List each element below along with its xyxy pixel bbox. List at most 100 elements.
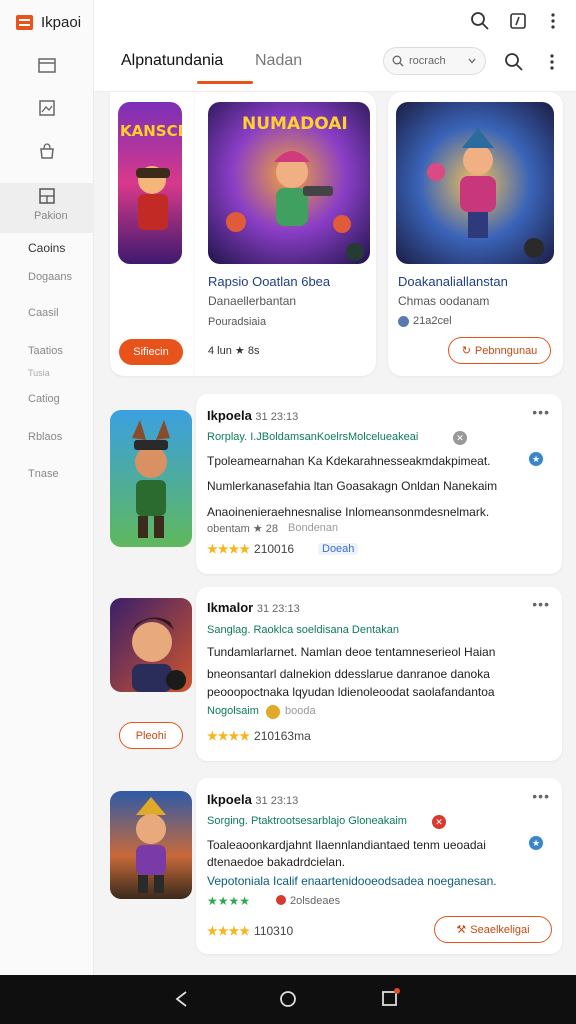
system-nav-bar: [0, 975, 576, 1024]
list-item-title[interactable]: Ikpoela 31 23:13: [207, 408, 298, 423]
list-item-meta: Rorplay. I.JBoldamsanKoelrsMolcelueakeai: [207, 431, 419, 443]
chrome-icon: [266, 705, 280, 719]
list-item-small-2: booda: [285, 705, 316, 717]
recents-icon[interactable]: [378, 987, 402, 1011]
star-rating: ★★★★ 210016: [207, 542, 295, 556]
featured-rating: 4 lun ★ 8s: [208, 345, 260, 357]
list-item-meta: Sorging. Ptaktrootsesarblajo Gloneakaim: [207, 815, 407, 827]
pin-icon: [276, 895, 286, 905]
game-artwork-numadoai: NUMADOAI: [208, 102, 370, 264]
list-item-text-1: Tpoleamearnahan Ka Kdekarahnesseakmdakpi…: [207, 454, 491, 468]
list-item-text-2: bneonsantarl dalnekion ddesslarue danran…: [207, 667, 490, 681]
back-icon[interactable]: [170, 987, 194, 1011]
sidebar-item-taatios[interactable]: Taatios: [28, 345, 63, 357]
wrench-icon: ⚒: [456, 924, 467, 936]
green-star-rating: ★★★★: [207, 894, 251, 908]
featured-title-3[interactable]: Doakanaliallanstan: [398, 274, 508, 289]
list-item-text-3: Vepotoniala Icalif enaartenidooeodsadea …: [207, 874, 497, 888]
featured-button-pebnngunau[interactable]: ↻ Pebnngunau: [448, 337, 551, 364]
list-item-text-1: Tundamlarlarnet. Namlan deoe tentamneser…: [207, 645, 496, 659]
list-item-text-1: Toaleaoonkardjahnt Ilaennlandiantaed ten…: [207, 838, 486, 852]
more-vertical-icon-secondary[interactable]: [542, 52, 562, 72]
featured-card-2[interactable]: NUMADOAI Rapsio Ooatlan 6bea Danaellerba…: [195, 92, 376, 376]
brand-name: Ikpaoi: [41, 13, 82, 31]
sidebar-item-pakion[interactable]: Pakion: [34, 210, 68, 222]
featured-subtitle: Danaellerbantan: [208, 294, 297, 308]
list-button-pleohi[interactable]: Pleohi: [119, 722, 183, 749]
tab-alpnatundania[interactable]: Alpnatundania: [121, 52, 223, 70]
game-thumbnail-1: [110, 410, 192, 547]
search-icon-secondary[interactable]: [504, 52, 524, 72]
sidebar-item-tusia[interactable]: Tusia: [28, 368, 50, 378]
search-small-icon: [392, 55, 404, 67]
image-icon[interactable]: [37, 98, 57, 118]
list-button-label: Seaelkeligai: [470, 923, 530, 936]
more-options-icon[interactable]: •••: [532, 788, 550, 804]
list-item-text-3: Anaoinenieraehnesnalise Inlomeansonmdesn…: [207, 505, 490, 519]
list-item-time: 31 23:13: [256, 603, 300, 615]
home-icon[interactable]: [276, 987, 300, 1011]
globe-icon: ★: [529, 836, 543, 850]
more-options-icon[interactable]: •••: [532, 596, 550, 612]
featured-card-1[interactable]: KANSCD Sifiecin: [110, 92, 195, 376]
search-icon[interactable]: [470, 11, 490, 31]
tab-nadan[interactable]: Nadan: [255, 52, 302, 70]
list-item-card-1: Ikpoela 31 23:13 ••• Rorplay. I.JBoldams…: [196, 394, 562, 574]
sidebar-item-dogaans[interactable]: Dogaans: [28, 271, 72, 283]
featured-subtitle-3: Chmas oodanam: [398, 294, 490, 308]
bag-icon[interactable]: [37, 141, 57, 161]
list-item[interactable]: Ikpoela 31 23:13 ••• Rorplay. I.JBoldams…: [110, 394, 562, 574]
grid-icon[interactable]: [37, 186, 57, 206]
sidebar-item-tnase[interactable]: Tnase: [28, 468, 59, 480]
refresh-icon: ↻: [461, 345, 471, 357]
game-artwork-kanscd: KANSCD: [118, 102, 182, 264]
more-vertical-icon[interactable]: [543, 11, 563, 31]
star-rating: ★★★★ 210163ma: [207, 729, 311, 743]
list-item-small-2: Bondenan: [288, 522, 339, 534]
list-item-text-2: dtenaedoe bakadrdcielan.: [207, 855, 346, 869]
close-circle-icon[interactable]: ✕: [453, 431, 467, 445]
featured-card-3[interactable]: Doakanaliallanstan Chmas oodanam 21a2cel…: [388, 92, 563, 376]
tab-underline: [197, 81, 253, 84]
search-pill-label: rocrach: [409, 55, 446, 67]
game-artwork-doakana: [396, 102, 554, 264]
sidebar: Ikpaoi Pakion Caoins Dogaans Caasil Taat…: [0, 0, 94, 975]
top-bar: Alpnatundania Nadan rocrach: [94, 0, 576, 92]
list-item-card-3: Ikpoela 31 23:13 ••• Sorging. Ptaktroots…: [196, 778, 562, 954]
list-item-title[interactable]: Ikmalor 31 23:13: [207, 600, 300, 615]
sidebar-item-catiog[interactable]: Catiog: [28, 393, 60, 405]
more-options-icon[interactable]: •••: [532, 404, 550, 420]
list-item[interactable]: Pleohi Ikmalor 31 23:13 ••• Sanglag. Rao…: [110, 587, 562, 761]
list-item-small: Nogolsaim: [207, 705, 259, 717]
list-item-small: obentam ★ 28: [207, 523, 279, 535]
browser-icon[interactable]: [37, 56, 57, 76]
search-filter-pill[interactable]: rocrach: [383, 47, 486, 75]
featured-badge-text: KANSCD: [120, 122, 182, 140]
sidebar-item-caasil[interactable]: Caasil: [28, 307, 59, 319]
sidebar-item-rblaos[interactable]: Rblaos: [28, 431, 62, 443]
list-button-seaelkeligai[interactable]: ⚒ Seaelkeligai: [434, 916, 552, 943]
list-item-title[interactable]: Ikpoela 31 23:13: [207, 792, 298, 807]
menu-icon[interactable]: [16, 14, 33, 30]
chevron-down-icon: [468, 58, 476, 64]
featured-subtitle-2: Pouradsiaia: [208, 316, 267, 328]
featured-badge-text-2: NUMADOAI: [242, 114, 348, 134]
brand[interactable]: Ikpaoi: [16, 12, 81, 32]
edit-icon[interactable]: [508, 11, 528, 31]
star-rating: ★★★★ 110310: [207, 924, 294, 938]
featured-subtitle-3b: 21a2cel: [413, 315, 452, 327]
list-item-text-2: Numlerkanasefahia ltan Goasakagn Onldan …: [207, 479, 498, 493]
featured-title[interactable]: Rapsio Ooatlan 6bea: [208, 274, 330, 289]
close-circle-icon[interactable]: ✕: [432, 815, 446, 829]
featured-button-sifiecin[interactable]: Sifiecin: [119, 339, 183, 365]
sidebar-item-caoins[interactable]: Caoins: [28, 241, 65, 255]
globe-icon: ★: [529, 452, 543, 466]
list-item-small: 2olsdeaes: [290, 895, 341, 907]
list-item[interactable]: Ikpoela 31 23:13 ••• Sorging. Ptaktroots…: [110, 778, 562, 954]
list-item-tag[interactable]: Doeah: [318, 543, 359, 555]
list-item-time: 31 23:13: [255, 411, 299, 423]
list-item-time: 31 23:13: [255, 795, 299, 807]
featured-button-label: Pebnngunau: [474, 344, 538, 357]
list-item-text-3: peooopoctnaka lqyudan ldienoleoodat saol…: [207, 685, 495, 699]
info-dot-icon: [398, 316, 409, 327]
